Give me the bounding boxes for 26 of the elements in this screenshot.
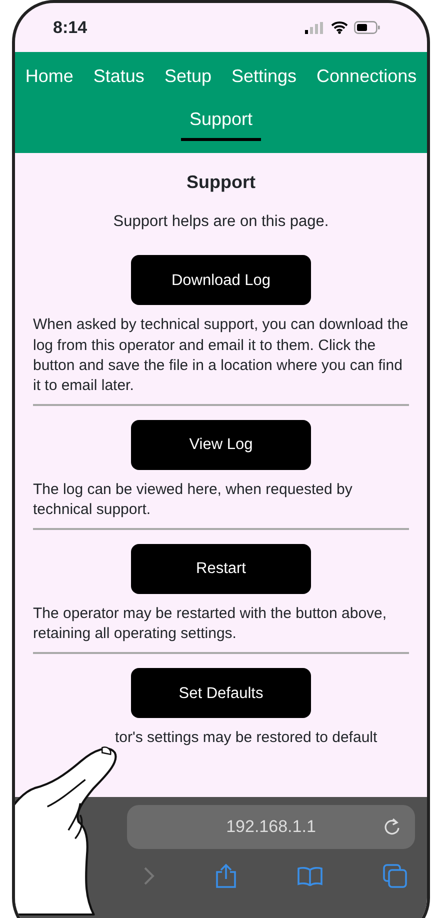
nav-tab[interactable]: Connections	[308, 62, 425, 99]
share-icon[interactable]	[215, 863, 237, 889]
description-text: The operator may be restarted with the button above, retaining all operating settings.	[33, 604, 388, 644]
nav-tab[interactable]: Home	[17, 62, 82, 99]
tabs-icon[interactable]	[383, 864, 407, 888]
action-button[interactable]: Set Defaults	[131, 668, 311, 718]
wifi-icon	[331, 21, 348, 34]
nav-tab[interactable]: Support	[181, 104, 261, 142]
intro-text: Support helps are on this page.	[112, 212, 330, 232]
reload-icon[interactable]	[383, 817, 401, 837]
forward-chevron-icon[interactable]	[143, 866, 155, 886]
action-button[interactable]: Download Log	[131, 255, 311, 306]
book-icon[interactable]	[297, 866, 323, 886]
nav-tab[interactable]: Status	[85, 62, 152, 99]
signal-icon	[305, 22, 325, 34]
description-text: tor's settings may be restored to default	[114, 728, 378, 748]
nav-tab[interactable]: Setup	[156, 62, 220, 99]
status-time: 8:14	[53, 16, 88, 39]
description-text: When asked by technical support, you can download the log from this operator and email it to them. Click the button and save the file in a location where you can find it to email later.	[33, 315, 409, 396]
nav-tab[interactable]: Settings	[223, 62, 305, 99]
address-bar[interactable]: 192.168.1.1	[127, 805, 415, 849]
action-button[interactable]: Restart	[131, 544, 311, 594]
battery-icon	[354, 21, 381, 34]
action-button[interactable]: View Log	[131, 420, 311, 470]
page-title: Support	[186, 171, 256, 194]
description-text: The log can be viewed here, when requested by technical support.	[33, 480, 354, 520]
